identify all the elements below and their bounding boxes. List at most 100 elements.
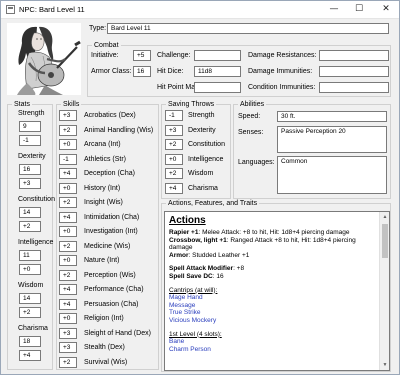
stat-score-field[interactable]: 9 bbox=[19, 121, 41, 132]
skill-value-field[interactable]: -1 bbox=[59, 153, 77, 165]
rapier-text: : Melee Attack: +8 to hit, Hit: 1d8+4 pi… bbox=[198, 229, 350, 236]
skill-value-field[interactable]: +2 bbox=[59, 240, 77, 252]
skill-label: Insight (Wis) bbox=[84, 199, 123, 206]
actions-content: Actions Rapier +1: Melee Attack: +8 to h… bbox=[169, 214, 377, 353]
skill-label: History (Int) bbox=[84, 184, 121, 192]
stat-modifier-field[interactable]: +3 bbox=[19, 178, 41, 189]
spell-dc-text: : 16 bbox=[212, 272, 224, 280]
level1-spell-link[interactable]: Charm Person bbox=[169, 346, 377, 354]
skill-value-field[interactable]: +2 bbox=[59, 356, 77, 368]
skill-value-field[interactable]: +0 bbox=[59, 226, 77, 237]
stat-modifier-field[interactable]: +0 bbox=[19, 264, 41, 275]
damage-immunities-label: Damage Immunities: bbox=[248, 68, 313, 75]
actions-title: Actions, Features, and Traits bbox=[166, 199, 260, 208]
combat-title: Combat bbox=[92, 41, 121, 50]
crossbow-line: Crossbow, light +1: Ranged Attack +8 to … bbox=[169, 237, 377, 252]
skill-value-field[interactable]: +3 bbox=[59, 327, 77, 339]
initiative-field[interactable]: +5 bbox=[133, 50, 151, 61]
crossbow-name: Crossbow, light +1 bbox=[169, 236, 227, 244]
maximize-button[interactable]: ☐ bbox=[348, 1, 370, 18]
save-label: Constitution bbox=[188, 141, 225, 148]
damage-immunities-field[interactable] bbox=[319, 66, 389, 77]
spell-dc-line: Spell Save DC: 16 bbox=[169, 273, 377, 281]
scroll-thumb[interactable] bbox=[382, 224, 388, 258]
portrait-image[interactable] bbox=[7, 23, 81, 95]
type-field[interactable]: Bard Level 11 bbox=[107, 23, 389, 34]
actions-heading: Actions bbox=[169, 215, 206, 226]
cantrip-link[interactable]: Message bbox=[169, 302, 377, 310]
save-value-field[interactable]: +2 bbox=[165, 168, 183, 179]
cantrip-link[interactable]: Vicious Mockery bbox=[169, 317, 377, 325]
languages-field[interactable]: Common bbox=[277, 156, 387, 194]
skills-title: Skills bbox=[61, 100, 82, 109]
skill-value-field[interactable]: +3 bbox=[59, 342, 77, 353]
hit-dice-field[interactable]: 11d8 bbox=[194, 66, 241, 77]
skill-label: Survival (Wis) bbox=[84, 358, 128, 366]
skill-value-field[interactable]: +0 bbox=[59, 313, 77, 324]
abilities-title: Abilities bbox=[238, 100, 267, 109]
stat-score-field[interactable]: 14 bbox=[19, 207, 41, 218]
skill-label: Animal Handling (Wis) bbox=[84, 126, 154, 134]
cantrip-link[interactable]: Mage Hand bbox=[169, 294, 377, 302]
speed-label: Speed: bbox=[238, 113, 261, 120]
scroll-up-icon[interactable]: ▲ bbox=[380, 212, 389, 222]
close-button[interactable]: ✕ bbox=[375, 1, 397, 18]
save-value-field[interactable]: +2 bbox=[165, 139, 183, 150]
stat-modifier-field[interactable]: +2 bbox=[19, 307, 41, 318]
skill-label: Stealth (Dex) bbox=[84, 344, 125, 351]
senses-field[interactable]: Passive Perception 20 bbox=[277, 126, 387, 153]
armor-name: Armor bbox=[169, 251, 189, 259]
save-label: Dexterity bbox=[188, 126, 216, 134]
challenge-field[interactable] bbox=[194, 50, 241, 61]
bard-portrait-icon bbox=[7, 23, 81, 95]
skill-value-field[interactable]: +4 bbox=[59, 284, 77, 295]
level1-spell-link[interactable]: Bane bbox=[169, 338, 377, 346]
skill-value-field[interactable]: +4 bbox=[59, 168, 77, 179]
skill-value-field[interactable]: +4 bbox=[59, 298, 77, 310]
save-label: Intelligence bbox=[188, 155, 224, 163]
scroll-down-icon[interactable]: ▼ bbox=[380, 360, 389, 370]
save-value-field[interactable]: +4 bbox=[165, 182, 183, 194]
skill-value-field[interactable]: +2 bbox=[59, 124, 77, 136]
skill-label: Sleight of Hand (Dex) bbox=[84, 329, 151, 337]
save-value-field[interactable]: -1 bbox=[165, 110, 183, 121]
skill-label: Performance (Cha) bbox=[84, 286, 144, 293]
speed-field[interactable]: 30 ft. bbox=[277, 111, 387, 122]
actions-textbox[interactable]: Actions Rapier +1: Melee Attack: +8 to h… bbox=[164, 211, 390, 371]
stat-score-field[interactable]: 16 bbox=[19, 164, 41, 175]
skill-label: Deception (Cha) bbox=[84, 170, 135, 177]
save-value-field[interactable]: +0 bbox=[165, 153, 183, 165]
skill-value-field[interactable]: +0 bbox=[59, 182, 77, 194]
armor-class-field[interactable]: 16 bbox=[133, 66, 151, 77]
condition-immunities-field[interactable] bbox=[319, 82, 389, 93]
skill-value-field[interactable]: +0 bbox=[59, 255, 77, 266]
skill-value-field[interactable]: +2 bbox=[59, 269, 77, 281]
stat-label: Dexterity bbox=[18, 153, 46, 160]
saving-throws-title: Saving Throws bbox=[166, 100, 217, 109]
skill-value-field[interactable]: +4 bbox=[59, 211, 77, 223]
stat-modifier-field[interactable]: +4 bbox=[19, 350, 41, 361]
spell-attack-line: Spell Attack Modifier: +8 bbox=[169, 265, 377, 273]
skill-value-field[interactable]: +3 bbox=[59, 110, 77, 121]
languages-label: Languages: bbox=[238, 159, 275, 166]
cantrip-link[interactable]: True Strike bbox=[169, 309, 377, 317]
stat-score-field[interactable]: 11 bbox=[19, 250, 41, 261]
stat-label: Charisma bbox=[18, 325, 48, 332]
stat-score-field[interactable]: 18 bbox=[19, 336, 41, 347]
skill-value-field[interactable]: +0 bbox=[59, 139, 77, 150]
save-value-field[interactable]: +3 bbox=[165, 124, 183, 136]
stat-modifier-field[interactable]: +2 bbox=[19, 221, 41, 232]
skill-label: Arcana (Int) bbox=[84, 141, 121, 148]
save-label: Charisma bbox=[188, 184, 218, 192]
title-bar: NPC: Bard Level 11 — ☐ ✕ bbox=[1, 1, 399, 19]
damage-resistances-field[interactable] bbox=[319, 50, 389, 61]
hp-max-field[interactable] bbox=[194, 82, 241, 93]
spell-attack-name: Spell Attack Modifier bbox=[169, 265, 234, 273]
minimize-button[interactable]: — bbox=[323, 1, 345, 18]
cantrips-header: Cantrips (at will): bbox=[169, 286, 218, 294]
actions-scrollbar[interactable]: ▲ ▼ bbox=[379, 212, 389, 370]
stat-score-field[interactable]: 14 bbox=[19, 293, 41, 304]
stat-modifier-field[interactable]: -1 bbox=[19, 135, 41, 146]
skill-value-field[interactable]: +2 bbox=[59, 197, 77, 208]
challenge-label: Challenge: bbox=[157, 52, 191, 59]
